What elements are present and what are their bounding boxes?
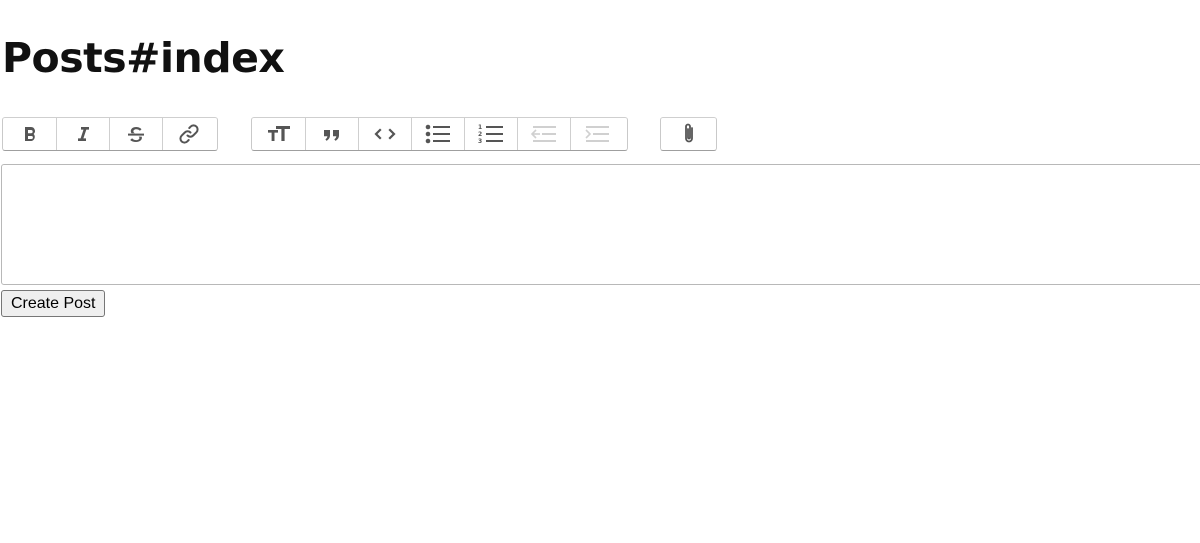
number-list-button[interactable]: 1 2 3 [464,118,517,150]
quote-button[interactable] [305,118,358,150]
heading-icon [267,126,290,141]
italic-button[interactable] [56,118,109,150]
rich-text-editor[interactable] [1,164,1200,285]
svg-text:3: 3 [478,138,482,145]
link-button[interactable] [162,118,215,150]
paperclip-icon [684,123,693,143]
increase-indent-button[interactable] [570,118,623,150]
bullet-list-icon [425,124,450,144]
code-icon [374,128,396,140]
code-button[interactable] [358,118,411,150]
link-icon [179,124,199,144]
bullet-list-button[interactable] [411,118,464,150]
strikethrough-button[interactable] [109,118,162,150]
create-post-button[interactable]: Create Post [1,290,106,317]
heading-button[interactable] [252,118,305,150]
attach-files-button[interactable] [661,118,716,150]
svg-text:2: 2 [478,131,482,138]
svg-text:1: 1 [478,124,482,131]
text-tools-group [2,117,218,151]
number-list-icon: 1 2 3 [478,124,503,145]
file-tools-group [660,117,717,151]
quote-icon [324,130,339,141]
decrease-indent-button[interactable] [517,118,570,150]
increase-indent-icon [585,126,609,142]
bold-button[interactable] [3,118,56,150]
bold-icon [24,127,35,141]
decrease-indent-icon [530,126,556,142]
editor-toolbar: 1 2 3 [2,117,722,151]
block-tools-group: 1 2 3 [251,117,628,151]
italic-icon [78,127,89,141]
strikethrough-icon [128,127,144,142]
page-title: Posts#index [2,34,285,82]
